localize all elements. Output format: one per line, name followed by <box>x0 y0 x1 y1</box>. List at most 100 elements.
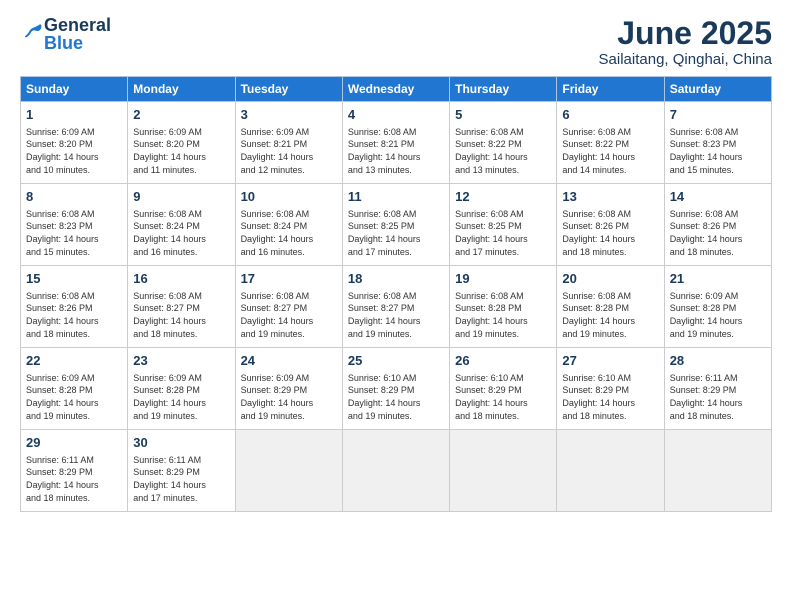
day-info: Sunrise: 6:08 AM Sunset: 8:28 PM Dayligh… <box>562 290 658 340</box>
logo: General Blue <box>20 16 111 52</box>
week-row-5: 29Sunrise: 6:11 AM Sunset: 8:29 PM Dayli… <box>21 430 772 512</box>
day-cell: 17Sunrise: 6:08 AM Sunset: 8:27 PM Dayli… <box>235 266 342 348</box>
day-number: 10 <box>241 188 337 206</box>
weekday-sunday: Sunday <box>21 77 128 102</box>
day-info: Sunrise: 6:08 AM Sunset: 8:25 PM Dayligh… <box>455 208 551 258</box>
day-number: 16 <box>133 270 229 288</box>
day-info: Sunrise: 6:08 AM Sunset: 8:28 PM Dayligh… <box>455 290 551 340</box>
day-cell: 13 Sunrise: 6:08 AM Sunset: 8:26 PM Dayli… <box>557 184 664 266</box>
day-cell: 24Sunrise: 6:09 AM Sunset: 8:29 PM Dayli… <box>235 348 342 430</box>
day-number: 9 <box>133 188 229 206</box>
day-cell: 19 Sunrise: 6:08 AM Sunset: 8:28 PM Dayli… <box>450 266 557 348</box>
weekday-saturday: Saturday <box>664 77 771 102</box>
day-cell: 25Sunrise: 6:10 AM Sunset: 8:29 PM Dayli… <box>342 348 449 430</box>
day-info: Sunrise: 6:08 AM Sunset: 8:27 PM Dayligh… <box>241 290 337 340</box>
day-number: 14 <box>670 188 766 206</box>
bird-icon <box>22 21 44 43</box>
day-number: 22 <box>26 352 122 370</box>
location-title: Sailaitang, Qinghai, China <box>599 51 772 68</box>
day-info: Sunrise: 6:08 AM Sunset: 8:27 PM Dayligh… <box>348 290 444 340</box>
week-row-3: 15 Sunrise: 6:08 AM Sunset: 8:26 PM Dayli… <box>21 266 772 348</box>
day-info: Sunrise: 6:08 AM Sunset: 8:25 PM Dayligh… <box>348 208 444 258</box>
day-cell: 4 Sunrise: 6:08 AM Sunset: 8:21 PM Daylig… <box>342 102 449 184</box>
logo-general-text: General <box>44 15 111 35</box>
day-number: 1 <box>26 106 122 124</box>
day-number: 4 <box>348 106 444 124</box>
day-cell: 20 Sunrise: 6:08 AM Sunset: 8:28 PM Dayli… <box>557 266 664 348</box>
day-info: Sunrise: 6:09 AM Sunset: 8:28 PM Dayligh… <box>670 290 766 340</box>
day-info: Sunrise: 6:08 AM Sunset: 8:26 PM Dayligh… <box>670 208 766 258</box>
weekday-header-row: SundayMondayTuesdayWednesdayThursdayFrid… <box>21 77 772 102</box>
day-cell: 23Sunrise: 6:09 AM Sunset: 8:28 PM Dayli… <box>128 348 235 430</box>
day-info: Sunrise: 6:08 AM Sunset: 8:23 PM Dayligh… <box>26 208 122 258</box>
day-info: Sunrise: 6:11 AM Sunset: 8:29 PM Dayligh… <box>133 454 229 504</box>
day-cell: 30 Sunrise: 6:11 AM Sunset: 8:29 PM Dayli… <box>128 430 235 512</box>
day-number: 20 <box>562 270 658 288</box>
day-number: 2 <box>133 106 229 124</box>
day-cell: 12 Sunrise: 6:08 AM Sunset: 8:25 PM Dayli… <box>450 184 557 266</box>
day-cell <box>235 430 342 512</box>
day-number: 15 <box>26 270 122 288</box>
day-cell: 7 Sunrise: 6:08 AM Sunset: 8:23 PM Daylig… <box>664 102 771 184</box>
day-cell: 18 Sunrise: 6:08 AM Sunset: 8:27 PM Dayli… <box>342 266 449 348</box>
week-row-1: 1 Sunrise: 6:09 AM Sunset: 8:20 PM Daylig… <box>21 102 772 184</box>
day-number: 8 <box>26 188 122 206</box>
day-cell: 22 Sunrise: 6:09 AM Sunset: 8:28 PM Dayli… <box>21 348 128 430</box>
weekday-friday: Friday <box>557 77 664 102</box>
day-number: 27 <box>562 352 658 370</box>
day-info: Sunrise: 6:08 AM Sunset: 8:22 PM Dayligh… <box>562 126 658 176</box>
day-info: Sunrise: 6:08 AM Sunset: 8:24 PM Dayligh… <box>133 208 229 258</box>
day-number: 30 <box>133 434 229 452</box>
day-cell: 2 Sunrise: 6:09 AM Sunset: 8:20 PM Daylig… <box>128 102 235 184</box>
day-cell: 8 Sunrise: 6:08 AM Sunset: 8:23 PM Daylig… <box>21 184 128 266</box>
day-info: Sunrise: 6:09 AM Sunset: 8:20 PM Dayligh… <box>133 126 229 176</box>
calendar-body: 1 Sunrise: 6:09 AM Sunset: 8:20 PM Daylig… <box>21 102 772 512</box>
day-number: 18 <box>348 270 444 288</box>
day-cell: 14 Sunrise: 6:08 AM Sunset: 8:26 PM Dayli… <box>664 184 771 266</box>
day-info: Sunrise: 6:08 AM Sunset: 8:26 PM Dayligh… <box>26 290 122 340</box>
day-info: Sunrise: 6:08 AM Sunset: 8:23 PM Dayligh… <box>670 126 766 176</box>
week-row-4: 22 Sunrise: 6:09 AM Sunset: 8:28 PM Dayli… <box>21 348 772 430</box>
day-cell: 29Sunrise: 6:11 AM Sunset: 8:29 PM Dayli… <box>21 430 128 512</box>
header: General Blue June 2025 Sailaitang, Qingh… <box>20 16 772 68</box>
day-info: Sunrise: 6:09 AM Sunset: 8:21 PM Dayligh… <box>241 126 337 176</box>
day-number: 7 <box>670 106 766 124</box>
day-number: 12 <box>455 188 551 206</box>
day-info: Sunrise: 6:09 AM Sunset: 8:28 PM Dayligh… <box>26 372 122 422</box>
weekday-tuesday: Tuesday <box>235 77 342 102</box>
day-info: Sunrise: 6:10 AM Sunset: 8:29 PM Dayligh… <box>455 372 551 422</box>
day-number: 13 <box>562 188 658 206</box>
day-cell: 5 Sunrise: 6:08 AM Sunset: 8:22 PM Daylig… <box>450 102 557 184</box>
day-number: 26 <box>455 352 551 370</box>
day-number: 3 <box>241 106 337 124</box>
day-cell <box>664 430 771 512</box>
day-cell <box>342 430 449 512</box>
logo-blue-text: Blue <box>44 33 83 53</box>
day-cell: 15 Sunrise: 6:08 AM Sunset: 8:26 PM Dayli… <box>21 266 128 348</box>
day-number: 5 <box>455 106 551 124</box>
day-number: 11 <box>348 188 444 206</box>
day-cell <box>557 430 664 512</box>
weekday-wednesday: Wednesday <box>342 77 449 102</box>
week-row-2: 8 Sunrise: 6:08 AM Sunset: 8:23 PM Daylig… <box>21 184 772 266</box>
day-number: 19 <box>455 270 551 288</box>
day-info: Sunrise: 6:08 AM Sunset: 8:22 PM Dayligh… <box>455 126 551 176</box>
day-cell: 9 Sunrise: 6:08 AM Sunset: 8:24 PM Daylig… <box>128 184 235 266</box>
day-cell <box>450 430 557 512</box>
day-cell: 27Sunrise: 6:10 AM Sunset: 8:29 PM Dayli… <box>557 348 664 430</box>
day-info: Sunrise: 6:08 AM Sunset: 8:26 PM Dayligh… <box>562 208 658 258</box>
day-info: Sunrise: 6:08 AM Sunset: 8:21 PM Dayligh… <box>348 126 444 176</box>
day-cell: 3 Sunrise: 6:09 AM Sunset: 8:21 PM Daylig… <box>235 102 342 184</box>
day-number: 6 <box>562 106 658 124</box>
day-cell: 6 Sunrise: 6:08 AM Sunset: 8:22 PM Daylig… <box>557 102 664 184</box>
day-info: Sunrise: 6:11 AM Sunset: 8:29 PM Dayligh… <box>26 454 122 504</box>
day-cell: 21Sunrise: 6:09 AM Sunset: 8:28 PM Dayli… <box>664 266 771 348</box>
day-cell: 16Sunrise: 6:08 AM Sunset: 8:27 PM Dayli… <box>128 266 235 348</box>
title-block: June 2025 Sailaitang, Qinghai, China <box>599 16 772 68</box>
day-cell: 1 Sunrise: 6:09 AM Sunset: 8:20 PM Daylig… <box>21 102 128 184</box>
day-info: Sunrise: 6:11 AM Sunset: 8:29 PM Dayligh… <box>670 372 766 422</box>
weekday-thursday: Thursday <box>450 77 557 102</box>
day-info: Sunrise: 6:09 AM Sunset: 8:20 PM Dayligh… <box>26 126 122 176</box>
day-cell: 28Sunrise: 6:11 AM Sunset: 8:29 PM Dayli… <box>664 348 771 430</box>
day-cell: 26 Sunrise: 6:10 AM Sunset: 8:29 PM Dayli… <box>450 348 557 430</box>
